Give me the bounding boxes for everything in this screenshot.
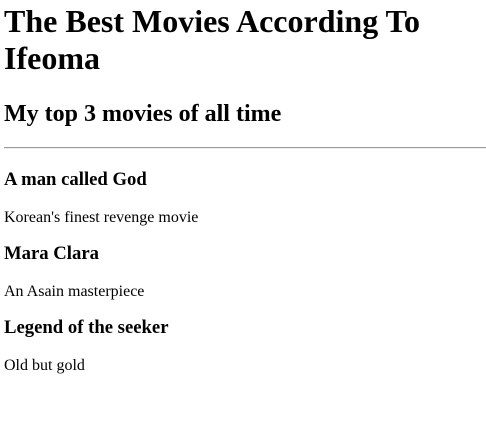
movie-list: A man called God Korean's finest revenge… [4, 169, 486, 375]
movie-item-1: A man called God Korean's finest revenge… [4, 169, 486, 227]
divider [4, 147, 486, 149]
page-title: The Best Movies According To Ifeoma [4, 3, 421, 76]
movie-title: Mara Clara [4, 243, 99, 264]
movie-item-3: Legend of the seeker Old but gold [4, 317, 486, 375]
movie-item-2: Mara Clara An Asain masterpiece [4, 243, 486, 301]
movie-title: A man called God [4, 169, 147, 190]
movie-description: An Asain masterpiece [4, 283, 145, 300]
page-subtitle: My top 3 movies of all time [4, 101, 282, 127]
page-body: The Best Movies According To Ifeoma My t… [0, 3, 486, 375]
movie-description: Korean's finest revenge movie [4, 209, 199, 226]
movie-title: Legend of the seeker [4, 317, 169, 338]
movie-description: Old but gold [4, 357, 85, 374]
